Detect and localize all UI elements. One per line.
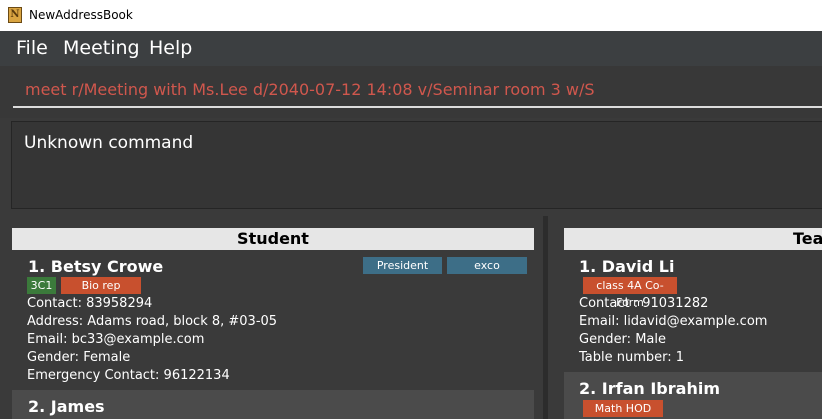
result-text: Unknown command	[24, 133, 194, 153]
email-field: Email: bc33@example.com	[27, 332, 205, 347]
student-name: 2. James	[28, 397, 105, 416]
student-panel-header: Student	[12, 228, 534, 250]
teacher-name: 1. David Li	[579, 257, 675, 276]
menu-help[interactable]: Help	[149, 37, 192, 59]
role-tag: Math HOD	[583, 400, 663, 417]
window-title: NewAddressBook	[29, 8, 133, 22]
role-badge: exco	[447, 257, 527, 274]
menu-meeting[interactable]: Meeting	[63, 37, 140, 59]
role-tag: class 4A Co-Form	[583, 277, 677, 309]
student-card[interactable]: 1. Betsy Crowe President exco 3C1 Bio re…	[12, 250, 534, 390]
command-box[interactable]: meet r/Meeting with Ms.Lee d/2040-07-12 …	[13, 68, 822, 108]
title-bar: N NewAddressBook	[0, 0, 822, 31]
student-card[interactable]: 2. James	[12, 390, 534, 419]
table-number-field: Table number: 1	[579, 350, 685, 365]
teacher-name: 2. Irfan Ibrahim	[579, 379, 720, 398]
teacher-card[interactable]: 1. David Li class 4A Co-Form Contact : 9…	[564, 250, 822, 372]
app-icon: N	[8, 7, 22, 23]
contact-field: Contact : 91031282	[579, 296, 709, 311]
address-field: Address: Adams road, block 8, #03-05	[27, 314, 278, 329]
teacher-card[interactable]: 2. Irfan Ibrahim Math HOD	[564, 372, 822, 419]
subject-tag: Bio rep	[61, 277, 141, 294]
gender-field: Gender: Male	[579, 332, 666, 347]
gender-field: Gender: Female	[27, 350, 131, 365]
result-display: Unknown command	[11, 121, 822, 209]
menu-file[interactable]: File	[16, 37, 48, 59]
contact-field: Contact: 83958294	[27, 296, 153, 311]
email-field: Email: lidavid@example.com	[579, 314, 768, 329]
teacher-panel-header: Teacher	[564, 228, 822, 250]
student-name: 1. Betsy Crowe	[28, 257, 164, 276]
emergency-contact-field: Emergency Contact: 96122134	[27, 368, 230, 383]
role-badge: President	[363, 257, 442, 274]
class-tag: 3C1	[27, 277, 56, 294]
command-input[interactable]: meet r/Meeting with Ms.Lee d/2040-07-12 …	[25, 80, 595, 99]
menu-bar: File Meeting Help	[0, 31, 822, 66]
